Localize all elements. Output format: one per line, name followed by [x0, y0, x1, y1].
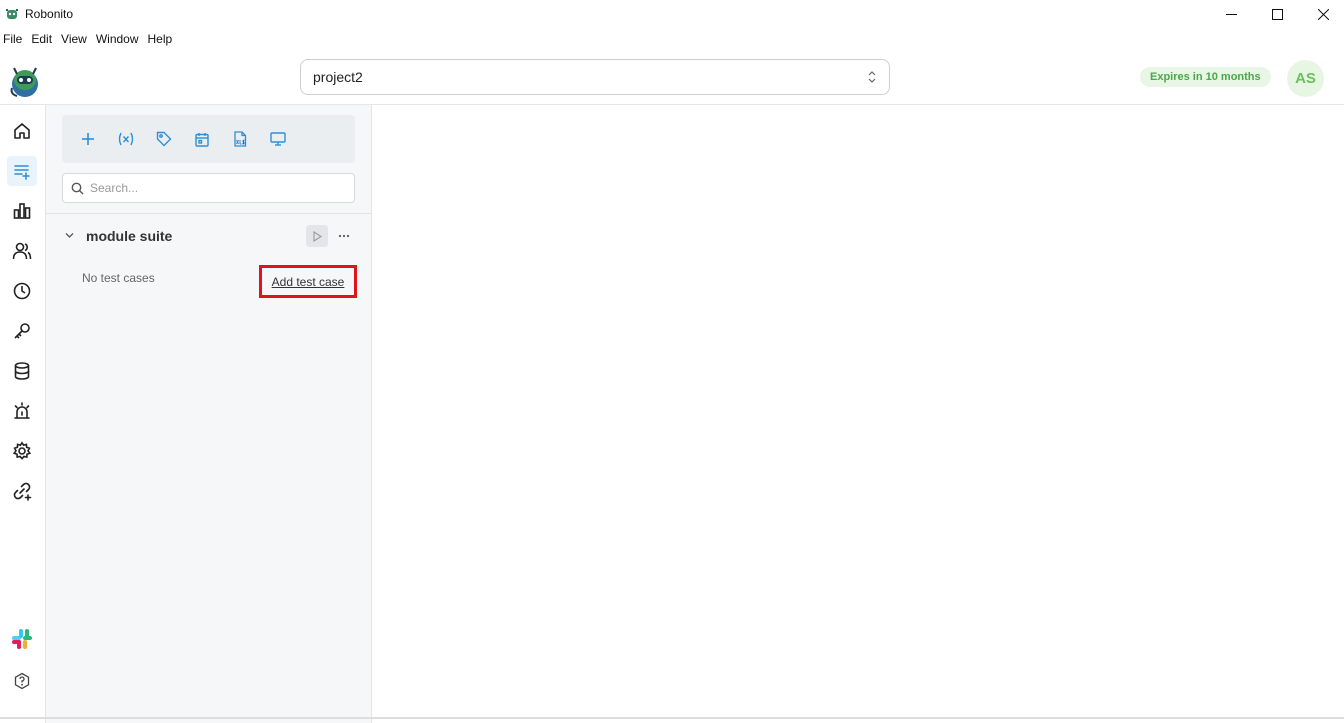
panel-divider	[46, 213, 372, 214]
nav-test-suites[interactable]	[7, 156, 37, 186]
nav-users[interactable]	[7, 236, 37, 266]
database-icon	[14, 362, 30, 380]
xls-file-icon	[234, 131, 247, 147]
menu-bar: File Edit View Window Help	[0, 30, 178, 50]
close-icon	[1317, 9, 1329, 20]
nav-slack[interactable]	[7, 624, 37, 654]
robonito-logo-icon[interactable]	[8, 58, 42, 98]
nav-reports[interactable]	[7, 196, 37, 226]
monitor-icon	[270, 132, 286, 146]
home-icon	[14, 123, 30, 139]
menu-file[interactable]: File	[0, 30, 25, 50]
user-avatar[interactable]: AS	[1287, 60, 1324, 97]
test-suites-icon	[14, 165, 30, 180]
history-clock-icon	[13, 282, 31, 300]
alarm-icon	[14, 402, 30, 419]
play-icon	[313, 230, 322, 242]
minimize-button[interactable]	[1208, 0, 1254, 29]
project-selector[interactable]: project2	[300, 59, 890, 95]
nav-alerts[interactable]	[7, 396, 37, 426]
search-input[interactable]	[90, 181, 330, 195]
suite-name: module suite	[86, 228, 173, 244]
variables-button[interactable]	[114, 127, 138, 151]
chevron-up-down-icon	[868, 71, 876, 83]
left-nav	[0, 105, 46, 723]
nav-secrets[interactable]	[7, 316, 37, 346]
license-expiry-badge: Expires in 10 months	[1140, 67, 1271, 87]
more-horizontal-icon	[338, 234, 350, 238]
add-icon	[82, 133, 94, 145]
project-selector-value: project2	[313, 69, 363, 85]
nav-integrations[interactable]	[7, 476, 37, 506]
app-logo-icon	[6, 9, 18, 19]
suite-more-button[interactable]	[334, 225, 354, 247]
add-test-case-link[interactable]: Add test case	[272, 275, 345, 289]
calendar-icon	[195, 132, 209, 147]
app-header: project2 Expires in 10 months AS	[0, 52, 1344, 105]
suite-search[interactable]	[62, 173, 355, 203]
nav-help[interactable]	[7, 666, 37, 696]
test-suite-panel: module suite No test cases Add test case	[46, 105, 372, 723]
key-icon	[14, 323, 30, 339]
tag-icon	[156, 131, 172, 147]
chevron-down-icon[interactable]	[64, 230, 75, 241]
close-button[interactable]	[1300, 0, 1344, 29]
maximize-icon	[1271, 9, 1283, 20]
nav-database[interactable]	[7, 356, 37, 386]
add-test-case-highlight: Add test case	[259, 265, 357, 298]
users-icon	[12, 242, 32, 260]
nav-settings[interactable]	[7, 436, 37, 466]
window-title: Robonito	[25, 7, 74, 21]
slack-icon	[12, 629, 32, 649]
menu-window[interactable]: Window	[93, 30, 142, 50]
suite-row[interactable]: module suite	[46, 221, 372, 251]
suite-toolbar	[62, 115, 355, 163]
integrations-link-icon	[13, 482, 32, 501]
nav-history[interactable]	[7, 276, 37, 306]
search-icon	[71, 182, 84, 195]
schedule-button[interactable]	[190, 127, 214, 151]
menu-edit[interactable]: Edit	[28, 30, 55, 50]
empty-state-text: No test cases	[82, 271, 155, 285]
devices-button[interactable]	[266, 127, 290, 151]
nav-home[interactable]	[7, 116, 37, 146]
title-bar: Robonito	[0, 0, 1344, 29]
add-suite-button[interactable]	[76, 127, 100, 151]
run-suite-button[interactable]	[306, 225, 328, 247]
window-bottom-border	[0, 717, 1344, 719]
tags-button[interactable]	[152, 127, 176, 151]
reports-chart-icon	[13, 203, 31, 219]
help-icon	[14, 672, 30, 690]
main-content	[372, 105, 1344, 723]
variables-icon	[118, 132, 134, 146]
import-xls-button[interactable]	[228, 127, 252, 151]
maximize-button[interactable]	[1254, 0, 1300, 29]
menu-help[interactable]: Help	[145, 30, 176, 50]
settings-gear-icon	[12, 441, 32, 460]
minimize-icon	[1225, 14, 1237, 15]
menu-view[interactable]: View	[58, 30, 90, 50]
